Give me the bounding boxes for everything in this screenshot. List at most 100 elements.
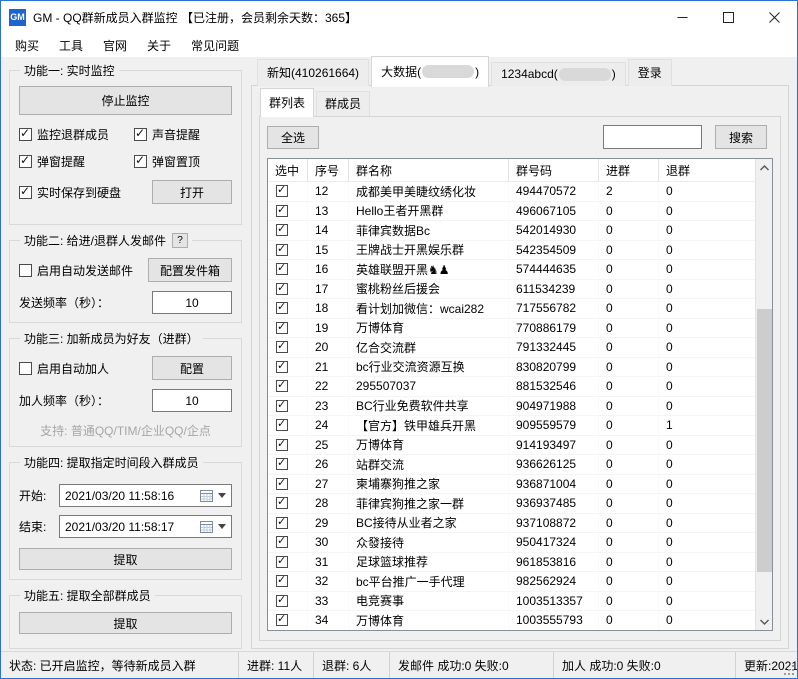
- menu-item-tools[interactable]: 工具: [49, 34, 93, 57]
- select-all-button[interactable]: 全选: [267, 125, 319, 149]
- table-row[interactable]: 14菲律宾数据Bc54201493000: [268, 221, 755, 241]
- table-row[interactable]: 31足球篮球推荐96185381600: [268, 552, 755, 572]
- table-row[interactable]: 27柬埔寨狗推之家93687100400: [268, 474, 755, 494]
- row-checkbox[interactable]: [276, 379, 288, 393]
- resize-grip[interactable]: [783, 664, 795, 676]
- row-checkbox[interactable]: [276, 184, 288, 198]
- row-checkbox[interactable]: [276, 574, 288, 588]
- checkbox-save-to-disk[interactable]: 实时保存到硬盘: [19, 184, 121, 201]
- checkbox-icon[interactable]: [19, 127, 32, 141]
- header-group-name[interactable]: 群名称: [349, 159, 509, 181]
- table-row[interactable]: 29BC接待从业者之家93710887200: [268, 513, 755, 533]
- row-checkbox[interactable]: [276, 516, 288, 529]
- stop-monitor-button[interactable]: 停止监控: [19, 86, 232, 115]
- table-row[interactable]: 25万博体育91419349700: [268, 435, 755, 455]
- table-row[interactable]: 34万博体育100355579300: [268, 611, 755, 630]
- minimize-button[interactable]: [659, 1, 705, 33]
- table-row[interactable]: 18看计划加微信：wcai28271755678200: [268, 299, 755, 319]
- menu-item-website[interactable]: 官网: [93, 34, 137, 57]
- close-button[interactable]: [751, 1, 797, 33]
- row-checkbox[interactable]: [276, 438, 288, 451]
- account-tab-login[interactable]: 登录: [627, 59, 672, 86]
- table-row[interactable]: 20亿合交流群79133244500: [268, 338, 755, 358]
- open-folder-button[interactable]: 打开: [152, 180, 232, 204]
- row-checkbox[interactable]: [276, 535, 288, 549]
- config-mailbox-button[interactable]: 配置发件箱: [148, 258, 232, 282]
- account-tab-xinzhi[interactable]: 新知(410261664): [257, 59, 370, 86]
- account-tab-dashuju[interactable]: 大数据( ): [371, 56, 490, 87]
- table-row[interactable]: 24【官方】铁甲雄兵开黑90955957901: [268, 416, 755, 436]
- menu-item-faq[interactable]: 常见问题: [181, 34, 249, 57]
- row-checkbox[interactable]: [276, 457, 288, 471]
- checkbox-icon[interactable]: [19, 361, 32, 375]
- checkbox-icon[interactable]: [19, 263, 32, 277]
- header-selected[interactable]: 选中: [268, 159, 308, 181]
- row-checkbox[interactable]: [276, 360, 288, 373]
- table-row[interactable]: 26站群交流93662612500: [268, 455, 755, 475]
- dropdown-caret-icon[interactable]: [218, 493, 226, 498]
- row-checkbox[interactable]: [276, 243, 288, 256]
- checkbox-monitor-quit[interactable]: 监控退群成员: [19, 126, 134, 143]
- row-checkbox[interactable]: [276, 555, 288, 568]
- checkbox-icon[interactable]: [19, 185, 32, 199]
- scroll-down-icon[interactable]: [756, 613, 772, 630]
- table-row[interactable]: 32bc平台推广一手代理98256292400: [268, 572, 755, 592]
- checkbox-auto-add[interactable]: 启用自动加人: [19, 360, 109, 377]
- checkbox-icon[interactable]: [19, 154, 32, 168]
- table-row[interactable]: 15王牌战士开黑娱乐群54235450900: [268, 240, 755, 260]
- header-group-code[interactable]: 群号码: [509, 159, 599, 181]
- row-checkbox[interactable]: [276, 594, 288, 607]
- table-row[interactable]: 23BC行业免费软件共享90497198800: [268, 396, 755, 416]
- checkbox-popup-topmost[interactable]: 弹窗置顶: [134, 153, 232, 170]
- row-checkbox[interactable]: [276, 340, 288, 354]
- account-tab-1234abcd[interactable]: 1234abcd( ): [491, 62, 626, 86]
- table-row[interactable]: 28菲律宾狗推之家一群93693748500: [268, 494, 755, 514]
- start-time-picker[interactable]: 2021/03/20 11:58:16: [59, 484, 232, 507]
- search-button[interactable]: 搜索: [715, 125, 767, 149]
- end-time-picker[interactable]: 2021/03/20 11:58:17: [59, 515, 232, 538]
- header-quit-count[interactable]: 退群: [659, 159, 755, 181]
- scrollbar-thumb[interactable]: [757, 309, 772, 572]
- checkbox-auto-mail[interactable]: 启用自动发送邮件: [19, 262, 133, 279]
- checkbox-icon[interactable]: [134, 154, 147, 168]
- tab-group-list[interactable]: 群列表: [260, 88, 315, 117]
- row-checkbox[interactable]: [276, 496, 288, 510]
- table-row[interactable]: 33电竞赛事100351335700: [268, 591, 755, 611]
- maximize-button[interactable]: [705, 1, 751, 33]
- scroll-up-icon[interactable]: [756, 159, 772, 176]
- table-row[interactable]: 13Hello王者开黑群49606710500: [268, 201, 755, 221]
- send-rate-input[interactable]: [152, 291, 232, 314]
- table-row[interactable]: 30众發接待95041732400: [268, 533, 755, 553]
- row-checkbox[interactable]: [276, 321, 288, 334]
- dropdown-caret-icon[interactable]: [218, 524, 226, 529]
- search-input[interactable]: [603, 125, 702, 149]
- table-row[interactable]: 12成都美甲美睫纹绣化妆49447057220: [268, 182, 755, 202]
- config-add-button[interactable]: 配置: [152, 356, 232, 380]
- extract-range-button[interactable]: 提取: [19, 548, 232, 570]
- add-rate-input[interactable]: [152, 389, 232, 412]
- row-checkbox[interactable]: [276, 204, 288, 217]
- table-row[interactable]: 17蜜桃粉丝后援会61153423900: [268, 279, 755, 299]
- menu-item-about[interactable]: 关于: [137, 34, 181, 57]
- table-scrollbar[interactable]: [755, 159, 772, 630]
- row-checkbox[interactable]: [276, 399, 288, 412]
- table-row[interactable]: 16英雄联盟开黑♞♟57444463500: [268, 260, 755, 280]
- table-row[interactable]: 2229550703788153254600: [268, 377, 755, 397]
- tab-group-members[interactable]: 群成员: [316, 91, 371, 116]
- row-checkbox[interactable]: [276, 282, 288, 295]
- menu-item-buy[interactable]: 购买: [5, 34, 49, 57]
- row-checkbox[interactable]: [276, 418, 288, 432]
- row-checkbox[interactable]: [276, 223, 288, 237]
- table-row[interactable]: 19万博体育77088617900: [268, 318, 755, 338]
- row-checkbox[interactable]: [276, 477, 288, 490]
- help-button[interactable]: ?: [172, 233, 189, 248]
- header-index[interactable]: 序号: [308, 159, 349, 181]
- checkbox-popup-alert[interactable]: 弹窗提醒: [19, 153, 134, 170]
- row-checkbox[interactable]: [276, 613, 288, 627]
- checkbox-icon[interactable]: [134, 127, 147, 141]
- header-join-count[interactable]: 进群: [599, 159, 659, 181]
- checkbox-sound-alert[interactable]: 声音提醒: [134, 126, 232, 143]
- row-checkbox[interactable]: [276, 301, 288, 315]
- extract-all-button[interactable]: 提取: [19, 612, 232, 634]
- table-row[interactable]: 21bc行业交流资源互换83082079900: [268, 357, 755, 377]
